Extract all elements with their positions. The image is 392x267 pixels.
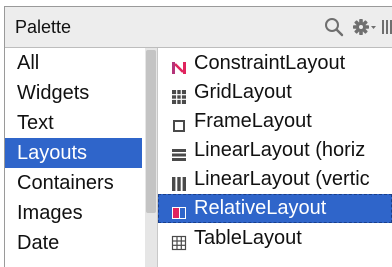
category-scrollbar-thumb[interactable] bbox=[146, 50, 156, 213]
table-layout-icon bbox=[171, 231, 187, 251]
component-list: ConstraintLayout GridLayout FrameLayout … bbox=[158, 48, 392, 267]
frame-layout-icon bbox=[171, 114, 187, 132]
component-relativelayout[interactable]: RelativeLayout bbox=[158, 194, 392, 223]
component-label: LinearLayout (vertic bbox=[194, 168, 370, 190]
linear-layout-horizontal-icon bbox=[171, 143, 187, 161]
category-containers[interactable]: Containers bbox=[5, 168, 142, 198]
category-all[interactable]: All bbox=[5, 48, 142, 78]
component-linearlayout-horizontal[interactable]: LinearLayout (horiz bbox=[158, 136, 392, 165]
component-linearlayout-vertical[interactable]: LinearLayout (vertic bbox=[158, 165, 392, 194]
category-label: All bbox=[17, 52, 40, 74]
grid-layout-icon bbox=[171, 85, 187, 104]
search-icon[interactable] bbox=[323, 15, 345, 44]
palette-title: Palette bbox=[15, 17, 72, 37]
relative-layout-icon bbox=[171, 201, 187, 219]
category-layouts[interactable]: Layouts bbox=[5, 138, 142, 168]
constraint-layout-icon bbox=[171, 56, 187, 74]
component-tablelayout[interactable]: TableLayout bbox=[158, 224, 392, 253]
category-date[interactable]: Date bbox=[5, 228, 142, 258]
component-label: FrameLayout bbox=[194, 110, 312, 132]
layout-mode-icon[interactable] bbox=[381, 15, 392, 44]
category-widgets[interactable]: Widgets bbox=[5, 78, 142, 108]
category-label: Containers bbox=[17, 172, 114, 194]
linear-layout-vertical-icon bbox=[171, 172, 187, 191]
category-label: Images bbox=[17, 202, 83, 224]
component-framelayout[interactable]: FrameLayout bbox=[158, 107, 392, 136]
component-label: TableLayout bbox=[194, 227, 302, 249]
category-label: Layouts bbox=[17, 142, 88, 164]
category-label: Date bbox=[17, 232, 60, 254]
component-gridlayout[interactable]: GridLayout bbox=[158, 78, 392, 107]
palette-panel: Palette All Widgets Text Layouts Contain… bbox=[4, 6, 392, 267]
component-label: ConstraintLayout bbox=[194, 52, 346, 74]
palette-header: Palette bbox=[5, 7, 392, 48]
palette-body: All Widgets Text Layouts Containers Imag… bbox=[5, 48, 392, 267]
component-constraintlayout[interactable]: ConstraintLayout bbox=[158, 49, 392, 78]
component-label: RelativeLayout bbox=[194, 197, 327, 219]
category-label: Widgets bbox=[17, 82, 90, 104]
category-text[interactable]: Text bbox=[5, 108, 142, 138]
component-label: LinearLayout (horiz bbox=[194, 139, 366, 161]
component-label: GridLayout bbox=[194, 81, 292, 103]
category-list: All Widgets Text Layouts Containers Imag… bbox=[5, 48, 142, 267]
category-label: Text bbox=[17, 112, 54, 134]
gear-icon[interactable] bbox=[351, 15, 377, 44]
category-images[interactable]: Images bbox=[5, 198, 142, 228]
